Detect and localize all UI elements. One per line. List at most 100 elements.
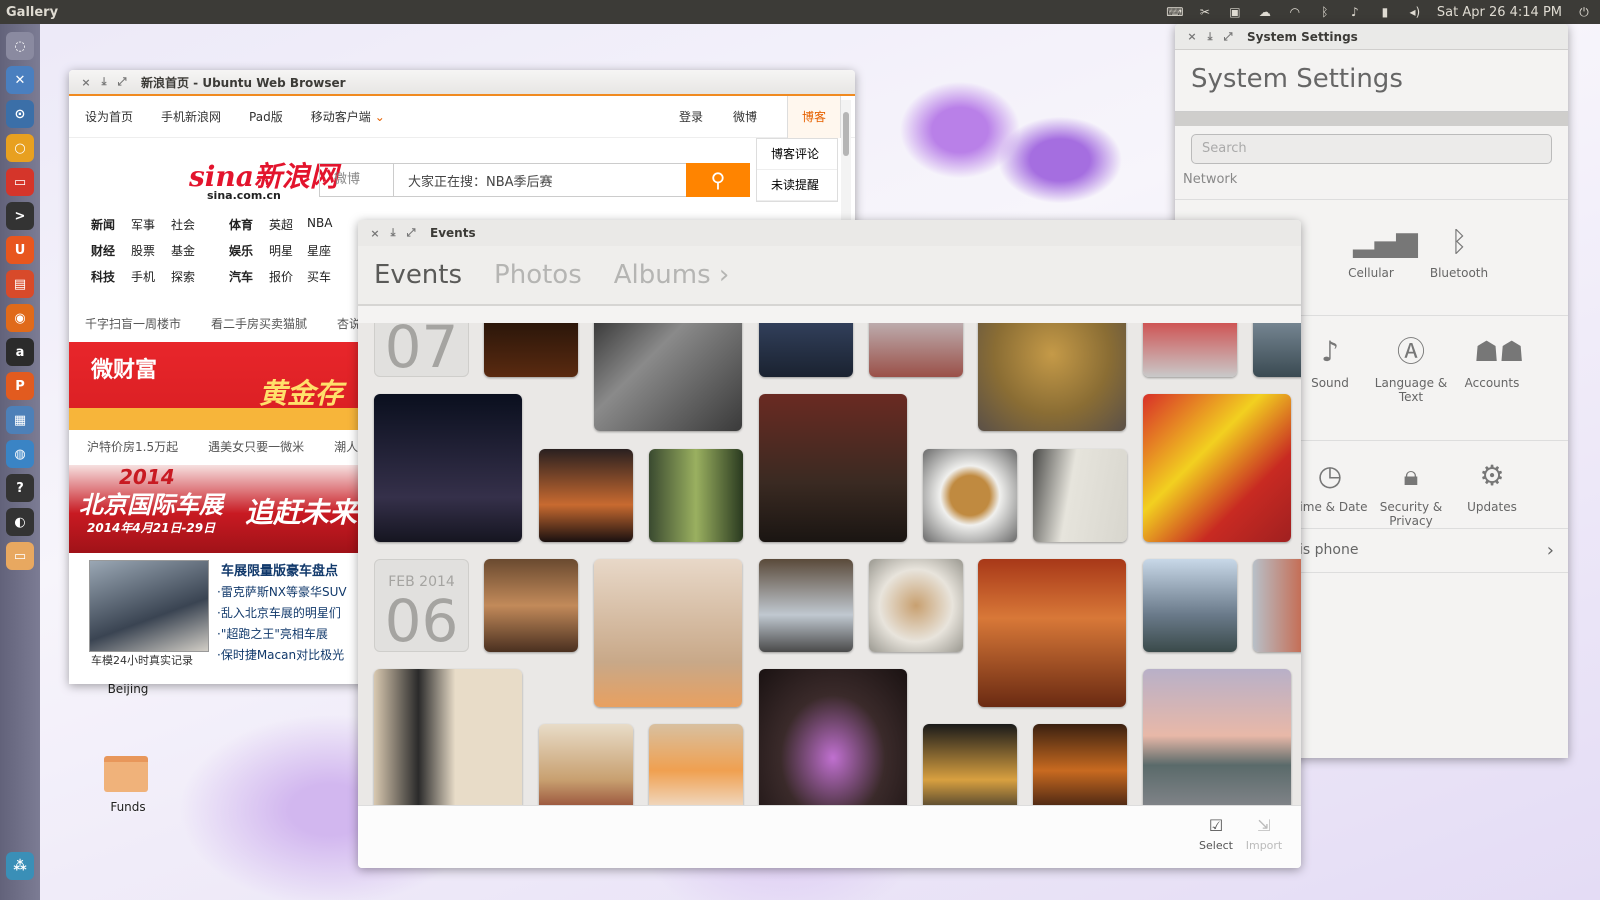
blog-menu-item[interactable]: 博客评论 (757, 139, 837, 170)
notification-icon[interactable]: ♪ (1347, 4, 1363, 20)
photo-thumbnail[interactable] (869, 323, 963, 377)
storage-icon[interactable]: ▣ (1227, 4, 1243, 20)
category-link[interactable]: 英超 (269, 216, 307, 233)
bluetooth-item[interactable]: ᛒ Bluetooth (1414, 224, 1504, 280)
event-date-card[interactable]: FEB 2014 06 (374, 559, 469, 652)
category-link[interactable]: 体育 (229, 216, 269, 233)
news-item[interactable]: ·雷克萨斯NX等豪华SUV (217, 582, 347, 603)
category-link[interactable]: NBA (307, 216, 347, 233)
software-center-icon[interactable]: ▭ (6, 168, 34, 196)
files-icon[interactable]: ⊙ (6, 100, 34, 128)
news-caption[interactable]: 车模24小时真实记录 (91, 652, 193, 668)
news-photo[interactable] (89, 560, 209, 652)
photo-thumbnail[interactable] (1143, 669, 1291, 805)
photo-thumbnail[interactable] (484, 323, 578, 377)
gallery-titlebar[interactable]: × ⤓ ⤢ Events (358, 220, 1301, 246)
photo-thumbnail[interactable] (484, 559, 578, 652)
category-link[interactable]: 财经 (91, 242, 131, 259)
photo-thumbnail[interactable] (978, 559, 1126, 707)
maximize-icon[interactable]: ⤢ (113, 75, 131, 89)
photo-thumbnail[interactable] (594, 323, 742, 431)
photo-thumbnail[interactable] (594, 559, 742, 707)
photo-thumbnail[interactable] (759, 323, 853, 377)
power-icon[interactable]: ⏻ (1576, 4, 1592, 20)
ubuntu-one-icon[interactable]: ○ (6, 134, 34, 162)
folder-icon[interactable]: ▭ (6, 542, 34, 570)
news-headline[interactable]: 车展限量版豪车盘点 (221, 560, 338, 579)
photo-thumbnail[interactable] (539, 724, 633, 805)
category-link[interactable]: 手机 (131, 268, 171, 285)
search-type-select[interactable]: 微博 (320, 164, 394, 196)
weibo-link[interactable]: 微博 (733, 108, 757, 125)
promo-link[interactable]: 沪特价房1.5万起 (87, 438, 178, 455)
category-link[interactable]: 军事 (131, 216, 171, 233)
weicaifu-ad-banner[interactable]: 微财富 黄金存 (69, 342, 369, 430)
nav-link[interactable]: Pad版 (249, 108, 283, 125)
photo-thumbnail[interactable] (759, 394, 907, 542)
photo-thumbnail[interactable] (649, 449, 743, 542)
app-icon[interactable]: ▤ (6, 270, 34, 298)
globe-icon[interactable]: ◍ (6, 440, 34, 468)
promo-link[interactable]: 遇美女只要一微米 (208, 438, 304, 455)
photo-thumbnail[interactable] (923, 449, 1017, 542)
security-item[interactable]: 🔒︎ Security & Privacy (1366, 458, 1456, 528)
login-link[interactable]: 登录 (679, 108, 703, 125)
amazon-icon[interactable]: a (6, 338, 34, 366)
category-link[interactable]: 股票 (131, 242, 171, 259)
import-button[interactable]: ⇲ Import (1239, 816, 1289, 852)
settings-search-input[interactable]: Search (1191, 134, 1552, 164)
maximize-icon[interactable]: ⤢ (402, 226, 420, 240)
news-item[interactable]: ·保时捷Macan对比极光 (217, 645, 347, 666)
news-item[interactable]: ·乱入北京车展的明星们 (217, 603, 347, 624)
photo-thumbnail[interactable] (1143, 323, 1237, 377)
nav-link[interactable]: 手机新浪网 (161, 108, 221, 125)
photo-thumbnail[interactable] (1253, 559, 1301, 652)
event-date-card[interactable]: 07 (374, 323, 469, 378)
battery-icon[interactable]: ▮ (1377, 4, 1393, 20)
cellular-item[interactable]: ▂▄▆ Cellular (1326, 224, 1417, 280)
desktop-label-funds[interactable]: Funds (100, 800, 156, 814)
photo-thumbnail[interactable] (374, 394, 522, 542)
ubuntu-u-icon[interactable]: U (6, 236, 34, 264)
bluetooth-icon[interactable]: ᛒ (1317, 4, 1333, 20)
photo-thumbnail[interactable] (759, 559, 853, 652)
photo-thumbnail[interactable] (1033, 724, 1127, 805)
language-item[interactable]: Ⓐ Language & Text (1366, 334, 1456, 404)
photo-thumbnail[interactable] (539, 449, 633, 542)
settings-titlebar[interactable]: × ⤓ ⤢ System Settings (1175, 24, 1568, 50)
toggle-icon[interactable]: ◐ (6, 508, 34, 536)
category-link[interactable]: 社会 (171, 216, 229, 233)
workspace-icon[interactable]: ⁂ (6, 852, 34, 880)
promo-link[interactable]: 潮人 (334, 438, 358, 455)
news-item[interactable]: ·"超跑之王"亮相车展 (217, 624, 347, 645)
category-link[interactable]: 科技 (91, 268, 131, 285)
category-link[interactable]: 新闻 (91, 216, 131, 233)
photo-thumbnail[interactable] (1033, 449, 1127, 542)
cloud-icon[interactable]: ☁ (1257, 4, 1273, 20)
desktop-label-beijing[interactable]: Beijing (100, 682, 156, 696)
category-link[interactable]: 基金 (171, 242, 229, 259)
tools-icon[interactable]: ✂ (1197, 4, 1213, 20)
minimize-icon[interactable]: ⤓ (95, 75, 113, 89)
clock[interactable]: Sat Apr 26 4:14 PM (1437, 5, 1562, 20)
photo-thumbnail[interactable] (1143, 559, 1237, 652)
photo-thumbnail[interactable] (978, 323, 1126, 431)
firefox-icon[interactable]: ◉ (6, 304, 34, 332)
category-link[interactable]: 明星 (269, 242, 307, 259)
category-link[interactable]: 星座 (307, 242, 347, 259)
accounts-item[interactable]: ☗☗ Accounts (1447, 334, 1537, 390)
photo-thumbnail[interactable] (759, 669, 907, 805)
category-link[interactable]: 娱乐 (229, 242, 269, 259)
promo-link[interactable]: 看二手房买卖猫腻 (211, 315, 307, 332)
category-link[interactable]: 探索 (171, 268, 229, 285)
nav-link[interactable]: 设为首页 (85, 108, 133, 125)
search-button[interactable]: ⚲ (686, 163, 750, 197)
auto-show-ad-banner[interactable]: 2014 北京国际车展 2014年4月21日-29日 追赶未来 (69, 465, 369, 553)
close-icon[interactable]: × (1183, 30, 1201, 43)
category-link[interactable]: 买车 (307, 268, 347, 285)
dash-icon[interactable]: ◌ (6, 32, 34, 60)
tab-events[interactable]: Events (374, 260, 462, 290)
tab-photos[interactable]: Photos (494, 260, 582, 290)
updates-item[interactable]: ⚙ Updates (1447, 458, 1537, 514)
promo-link[interactable]: 千字扫盲一周楼市 (85, 315, 181, 332)
